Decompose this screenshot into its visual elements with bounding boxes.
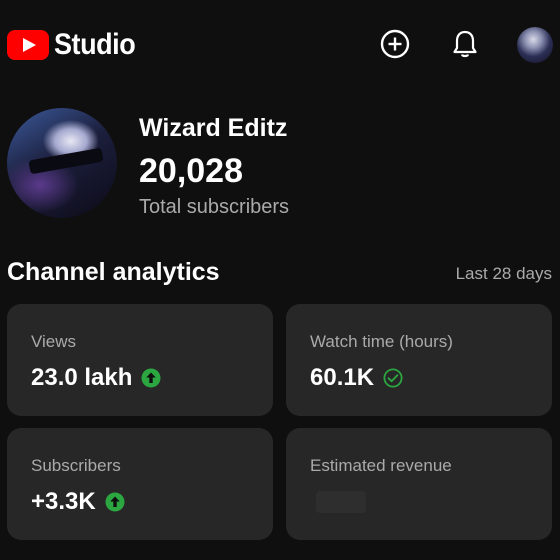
account-avatar[interactable] [517,27,553,63]
arrow-up-circle-icon [105,492,125,512]
channel-summary: Wizard Editz 20,028 Total subscribers [7,108,553,218]
views-label: Views [31,332,77,351]
create-plus-icon [380,29,410,59]
revenue-loading-placeholder [316,491,366,513]
watch-time-card[interactable]: Watch time (hours) 60.1K [286,304,552,416]
views-value-row: 23.0 lakh [31,364,161,392]
watch-time-value: 60.1K [310,364,375,391]
subscribers-label: Subscribers [31,456,121,475]
check-circle-icon [383,368,403,388]
watch-time-label: Watch time (hours) [310,332,453,351]
top-app-bar: Studio [0,0,560,90]
channel-name: Wizard Editz [139,114,288,142]
revenue-card[interactable]: Estimated revenue [286,428,552,540]
youtube-logo-icon [7,30,49,60]
subscribers-value-row: +3.3K [31,488,125,516]
subscribers-value: +3.3K [31,488,96,515]
notifications-button[interactable] [449,28,481,60]
notifications-bell-icon [453,30,477,58]
subscriber-label: Total subscribers [139,196,290,218]
views-card[interactable]: Views 23.0 lakh [7,304,273,416]
subscriber-count: 20,028 [139,152,243,190]
studio-logo[interactable]: Studio [7,28,144,62]
avatar-image-detail [28,147,104,175]
logo-text: Studio [54,28,136,61]
watch-time-value-row: 60.1K [310,364,403,392]
channel-avatar[interactable] [7,108,117,218]
analytics-title: Channel analytics [7,258,220,286]
analytics-period: Last 28 days [455,264,552,283]
subscribers-card[interactable]: Subscribers +3.3K [7,428,273,540]
views-value: 23.0 lakh [31,364,133,391]
create-button[interactable] [379,28,411,60]
revenue-label: Estimated revenue [310,456,452,475]
arrow-up-circle-icon [141,368,161,388]
